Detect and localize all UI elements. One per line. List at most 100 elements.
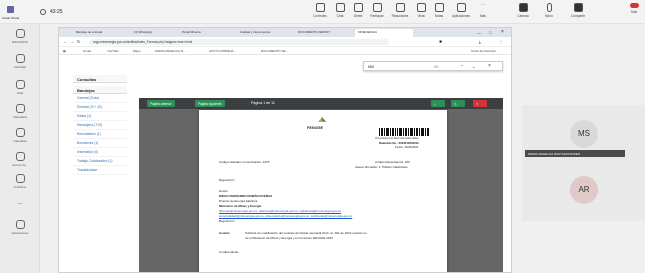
barcode-caption: Al contestar por favor cite estos datos: — [375, 137, 420, 140]
browser-tab[interactable]: (4) WhatsApp — [131, 29, 177, 37]
next-page-button[interactable]: Página siguiente — [195, 100, 225, 107]
browser-tab-active[interactable]: MINENERGIA — [355, 29, 413, 37]
print-icon: ⎙ — [454, 101, 457, 106]
rail-item-about[interactable]: Acerca de... — [0, 152, 40, 167]
chat-icon — [15, 80, 25, 89]
rail-item-calls[interactable]: Llamadas — [0, 128, 40, 143]
notes-button[interactable]: Notas — [432, 3, 446, 18]
shared-screen: Bandeja de entrada (4) WhatsApp Portal M… — [58, 27, 512, 273]
camera-button[interactable]: Cámara — [514, 3, 532, 18]
rail-item-activity[interactable]: Actividad — [0, 54, 40, 69]
bookmark[interactable]: DOCUMENTO SE... — [261, 49, 288, 53]
recipient-emails: dfroman@minenergia.gov.co, rjbarrera@min… — [219, 209, 341, 213]
apps-grid-icon[interactable]: ▦ — [63, 49, 66, 53]
find-next-icon[interactable]: ⌄ — [472, 64, 475, 69]
browser-tab[interactable]: Calidad y Documentos — [237, 29, 293, 37]
controls-button[interactable]: Controles — [311, 3, 329, 18]
bookmark-all[interactable]: Todos los favoritos — [471, 49, 496, 53]
barcode — [379, 128, 429, 136]
apps-icon — [456, 3, 466, 12]
browser-tab[interactable]: Bandeja de entrada — [73, 29, 129, 37]
subject-text: Solicitud de modificación del contrato d… — [245, 231, 367, 235]
bookmark[interactable]: Maps — [133, 49, 140, 53]
chat-button[interactable]: Chat — [333, 3, 347, 18]
sisfiles-side-menu: Consultas Bandejas General (Todo) Entrad… — [73, 75, 127, 175]
side-link[interactable]: Entrada (70 / 43) — [73, 103, 127, 112]
left-reference: Código radicador comunicación: 4475 — [219, 160, 270, 164]
participant-tile[interactable]: AR — [522, 163, 645, 221]
close-icon[interactable]: × — [501, 29, 504, 35]
find-prev-icon[interactable]: ⌃ — [460, 64, 463, 69]
maximize-icon[interactable]: □ — [489, 30, 491, 35]
city-line-2: Bogotá D.C. — [219, 219, 236, 223]
close-pdf-button[interactable]: × — [473, 100, 487, 107]
bookmark[interactable]: APOYO MINMINA... — [209, 49, 236, 53]
forward-icon[interactable]: → — [70, 39, 74, 44]
raise-hand-button[interactable]: Participar — [369, 3, 385, 18]
pdf-toolbar: Página anterior Página siguiente Página … — [139, 98, 503, 109]
print-pdf-button[interactable]: ⎙ — [451, 100, 465, 107]
download-pdf-button[interactable]: ⤓ — [431, 100, 445, 107]
leave-button[interactable]: Salir — [626, 3, 642, 14]
rail-item-chat[interactable]: Chat — [0, 80, 40, 95]
bookmark[interactable]: YouTube — [107, 49, 119, 53]
phone-icon — [15, 128, 25, 137]
side-link[interactable]: General (Todo) — [73, 94, 127, 103]
download-icon[interactable]: ⤓ — [479, 39, 481, 44]
rail-item-more[interactable]: ... — [0, 198, 40, 206]
teams-logo-icon — [6, 5, 15, 14]
bandejas-header[interactable]: Bandejas — [73, 86, 127, 94]
avatar: MS — [570, 120, 598, 148]
menu-dots-icon[interactable]: ⋮ — [499, 39, 503, 44]
find-close-icon[interactable]: × — [488, 63, 491, 69]
bell-icon — [15, 54, 25, 63]
prev-page-button[interactable]: Página anterior — [147, 100, 175, 107]
people-icon — [353, 3, 363, 12]
cloud-icon — [15, 174, 25, 183]
rail-item-calendar[interactable]: Calendario — [0, 104, 40, 119]
subject-text-2: tre el Ministerio de Minas y Energía y e… — [245, 236, 333, 240]
browser-tab[interactable]: DOCUMENTO DEFINIT — [295, 29, 353, 37]
find-input[interactable]: MM — [368, 65, 374, 69]
pdf-page: FENOGE Al contestar por favor cite estos… — [199, 110, 447, 272]
side-link[interactable]: Borradores (1) — [73, 139, 127, 148]
fenoge-logo-text: FENOGE — [307, 126, 324, 130]
reload-icon[interactable]: ↻ — [77, 39, 80, 44]
side-link[interactable]: Recordatorio (1) — [73, 130, 127, 139]
more-button[interactable]: ⋯ Más — [476, 3, 490, 19]
share-button[interactable]: Compartir — [566, 3, 590, 18]
reactions-button[interactable]: Reacciones — [389, 3, 411, 18]
apps-button[interactable]: Aplicaciones — [449, 3, 473, 18]
share-screen-icon — [573, 3, 583, 12]
side-link[interactable]: Tramitándose — [73, 166, 127, 175]
smile-icon — [395, 3, 405, 12]
closing: Cordial saludo, — [219, 250, 240, 254]
rail-item-apps[interactable]: Aplicaciones — [0, 220, 40, 235]
view-button[interactable]: Vista — [414, 3, 428, 18]
rail-item-encuesta[interactable]: ENCUESTA — [0, 29, 40, 44]
browser-tab[interactable]: Portal Minería — [179, 29, 235, 37]
notes-icon — [434, 3, 444, 12]
shield-icon — [40, 9, 46, 15]
phone-hangup-icon — [629, 3, 639, 8]
side-link[interactable]: Informativo (0) — [73, 148, 127, 157]
minimize-icon[interactable]: — — [477, 30, 481, 35]
meeting-timer: 43:25 — [50, 9, 63, 15]
back-icon[interactable]: ← — [63, 39, 67, 44]
consultas-header[interactable]: Consultas — [73, 75, 127, 83]
side-link[interactable]: Salida (1) — [73, 112, 127, 121]
mic-button[interactable]: Micro — [540, 3, 558, 18]
find-count: 0/0 — [434, 65, 439, 69]
bookmark[interactable]: Gmail — [83, 49, 91, 53]
bookmark[interactable]: MARIA ANGELICA R... — [155, 49, 186, 53]
people-button[interactable]: Gente — [351, 3, 365, 18]
side-link[interactable]: Mensajería (719) — [73, 121, 127, 130]
grid-icon — [416, 3, 426, 12]
page-indicator: Página 1 de 11 — [251, 101, 275, 105]
side-link[interactable]: Trabajo Colaborativo (1) — [73, 157, 127, 166]
fenoge-logo — [311, 116, 333, 125]
extensions-icon[interactable]: ✱ — [439, 39, 442, 44]
rail-item-onedrive[interactable]: OneDrive — [0, 174, 40, 189]
find-bar: MM 0/0 ⌃ ⌄ × — [363, 61, 503, 71]
address-bar[interactable]: argo.minenergia.gov.co/sisfiles/index_Fo… — [89, 39, 389, 45]
